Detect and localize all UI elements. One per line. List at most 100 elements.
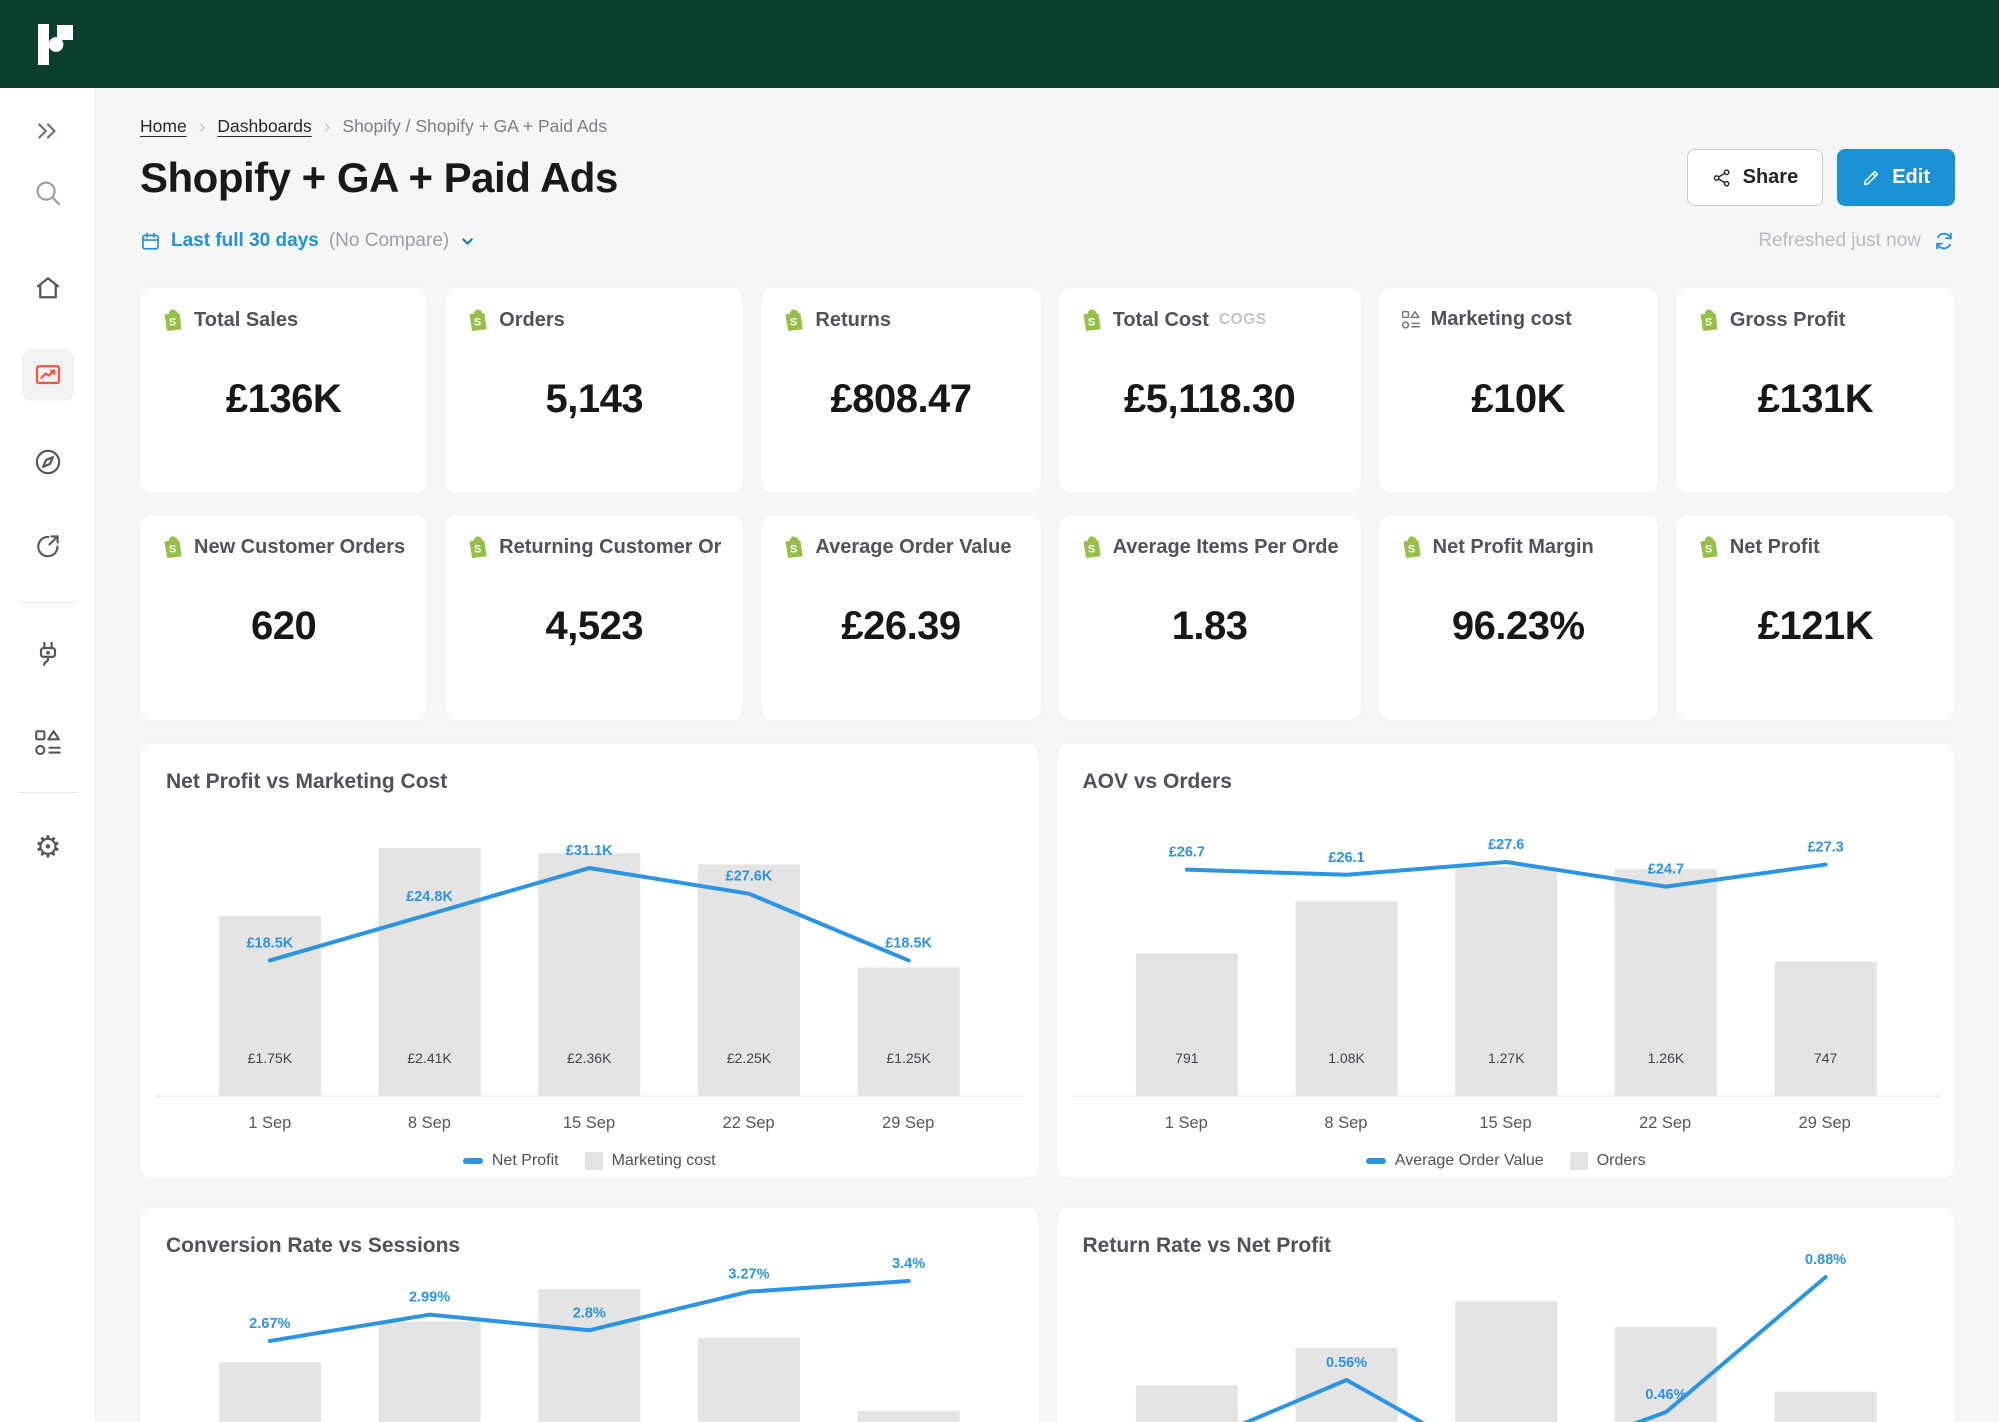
sidebar-item-export[interactable] (33, 531, 63, 561)
shopify-bag-icon: S (1081, 535, 1103, 559)
x-tick-label: 8 Sep (1324, 1114, 1368, 1133)
kpi-title: Net Profit (1729, 535, 1820, 558)
kpi-value: 5,143 (545, 377, 644, 421)
chart-canvas: 791 1.08K 1.27K 1.26K 747 £26.7 £26.1 £27.6 £24.… (1071, 837, 1940, 1097)
bar-value-label: 791 (1175, 1050, 1199, 1066)
kpi-value: £10K (1471, 376, 1566, 421)
bar-value-label: £1.75K (248, 1050, 293, 1066)
custom-metric-icon (1401, 310, 1421, 330)
kpi-value: £26.39 (841, 604, 961, 648)
compass-icon (35, 449, 61, 475)
kpi-title: Returns (815, 308, 891, 331)
sidebar-item-home[interactable] (33, 273, 63, 303)
svg-text:S: S (1408, 543, 1415, 555)
kpi-card: S Orders 5,143 (445, 288, 744, 493)
x-tick-label: 22 Sep (1638, 1114, 1692, 1133)
shopify-bag-icon: S (1081, 308, 1103, 332)
breadcrumb-home-link[interactable]: Home (140, 116, 187, 137)
chart-title: AOV vs Orders (1082, 770, 1232, 793)
legend-line-swatch (1365, 1158, 1386, 1165)
app-logo-icon[interactable] (36, 21, 80, 67)
line-value-label: 0.88% (1805, 1252, 1846, 1268)
edit-button[interactable]: Edit (1837, 149, 1955, 206)
kpi-card: S Total Sales £136K (140, 288, 428, 493)
gear-icon: ⚙ (34, 830, 62, 865)
chart-grid: Net Profit vs Marketing Cost £1.75K £2.41… (140, 744, 1955, 1422)
refresh-icon[interactable] (1933, 230, 1955, 252)
bar-value-label: £2.36K (567, 1050, 612, 1066)
legend-item[interactable]: Net Profit (462, 1152, 559, 1170)
kpi-card: S Total Cost COGS £5,118.30 (1058, 288, 1361, 493)
sidebar-item-settings[interactable]: ⚙ (35, 833, 62, 863)
x-tick-label: 15 Sep (562, 1114, 616, 1133)
breadcrumb-dashboards-link[interactable]: Dashboards (217, 116, 311, 137)
bar (1135, 1385, 1238, 1422)
shapes-icon (35, 730, 61, 756)
kpi-value: £5,118.30 (1123, 377, 1296, 421)
bar-value-label: £1.25K (886, 1050, 931, 1066)
bar-value-label: 1.08K (1328, 1050, 1365, 1066)
bar (1774, 961, 1877, 1097)
kpi-card: S Marketing cost £10K (1378, 288, 1658, 493)
legend-item[interactable]: Orders (1569, 1152, 1646, 1171)
line-value-label: 2.99% (409, 1290, 450, 1306)
chart-legend: Net Profit Marketing cost (140, 1152, 1039, 1171)
sidebar-item-explore[interactable] (33, 447, 64, 478)
line-value-label: 2.67% (249, 1316, 290, 1332)
chevron-down-icon (462, 237, 474, 245)
chart-plot: 791 1.08K 1.27K 1.26K 747 £26.7 £26.1 £27.6 £24.… (1057, 800, 1956, 1112)
kpi-card: S Net Profit Margin 96.23% (1378, 515, 1658, 720)
svg-text:S: S (169, 543, 176, 555)
svg-text:S: S (1088, 316, 1095, 328)
shopify-bag-icon: S (1698, 535, 1720, 559)
legend-bar-swatch (584, 1152, 603, 1171)
sidebar-item-integrations[interactable] (33, 639, 64, 670)
line-value-label: £18.5K (246, 935, 293, 951)
svg-text:S: S (790, 316, 797, 328)
line-value-label: £26.7 (1168, 845, 1204, 861)
x-tick-label: 15 Sep (1479, 1114, 1532, 1133)
legend-item[interactable]: Marketing cost (584, 1152, 716, 1171)
legend-line-swatch (462, 1158, 483, 1165)
chart-plot: £1.75K £2.41K £2.36K £2.25K £1.25K £18.5K £24.… (140, 800, 1039, 1112)
sidebar-item-elements[interactable] (34, 729, 62, 757)
bar (218, 1362, 321, 1422)
svg-text:S: S (790, 543, 797, 555)
chart-card: AOV vs Orders 791 1.08K 1.27K 1.26K 747 £26.7… (1056, 744, 1956, 1178)
x-tick-label: 1 Sep (1164, 1114, 1208, 1133)
kpi-card: S Average Order Value £26.39 (761, 515, 1041, 720)
page-title: Shopify + GA + Paid Ads (140, 153, 618, 201)
chart-card: Conversion Rate vs Sessions 2.67% 2.99% 2.… (140, 1208, 1039, 1422)
sidebar-expand-button[interactable] (33, 118, 63, 144)
legend-item[interactable]: Average Order Value (1365, 1152, 1544, 1170)
date-range-selector[interactable]: Last full 30 days (No Compare) (140, 230, 476, 252)
bar (697, 1337, 800, 1422)
kpi-title: Average Order Value (815, 535, 1012, 558)
share-button[interactable]: Share (1686, 149, 1824, 206)
chart-x-axis: 1 Sep 8 Sep 15 Sep 22 Sep 29 Sep (140, 1114, 1039, 1142)
bar (378, 1321, 481, 1422)
chart-x-axis: 1 Sep 8 Sep 15 Sep 22 Sep 29 Sep (1057, 1114, 1956, 1142)
line-value-label: 0.46% (1645, 1387, 1686, 1403)
line-value-label: £24.8K (406, 889, 453, 905)
kpi-value: 96.23% (1451, 604, 1585, 648)
line-value-label: £18.5K (885, 935, 932, 951)
x-tick-label: 22 Sep (722, 1114, 775, 1133)
sidebar-item-search[interactable] (33, 178, 63, 208)
shopify-bag-icon: S (1698, 308, 1720, 332)
bar (1774, 1391, 1877, 1422)
shopify-bag-icon: S (1401, 535, 1423, 559)
calendar-icon (142, 232, 159, 250)
search-icon (36, 181, 61, 206)
kpi-suffix: COGS (1218, 311, 1267, 328)
bar-value-label: £2.41K (407, 1050, 452, 1066)
chart-card: Return Rate vs Net Profit 0.56% 0.46% 0.88… (1056, 1208, 1955, 1422)
line-value-label: £27.3 (1807, 840, 1843, 856)
line-value-label: £31.1K (566, 843, 613, 859)
kpi-value: £808.47 (830, 377, 972, 421)
svg-text:S: S (169, 316, 176, 328)
chart-canvas: 2.67% 2.99% 2.8% 3.27% 3.4% (218, 1256, 960, 1422)
line-value-label: 0.56% (1325, 1355, 1366, 1371)
date-compare-label: (No Compare) (328, 230, 450, 251)
sidebar-item-dashboards-active[interactable] (22, 349, 74, 401)
